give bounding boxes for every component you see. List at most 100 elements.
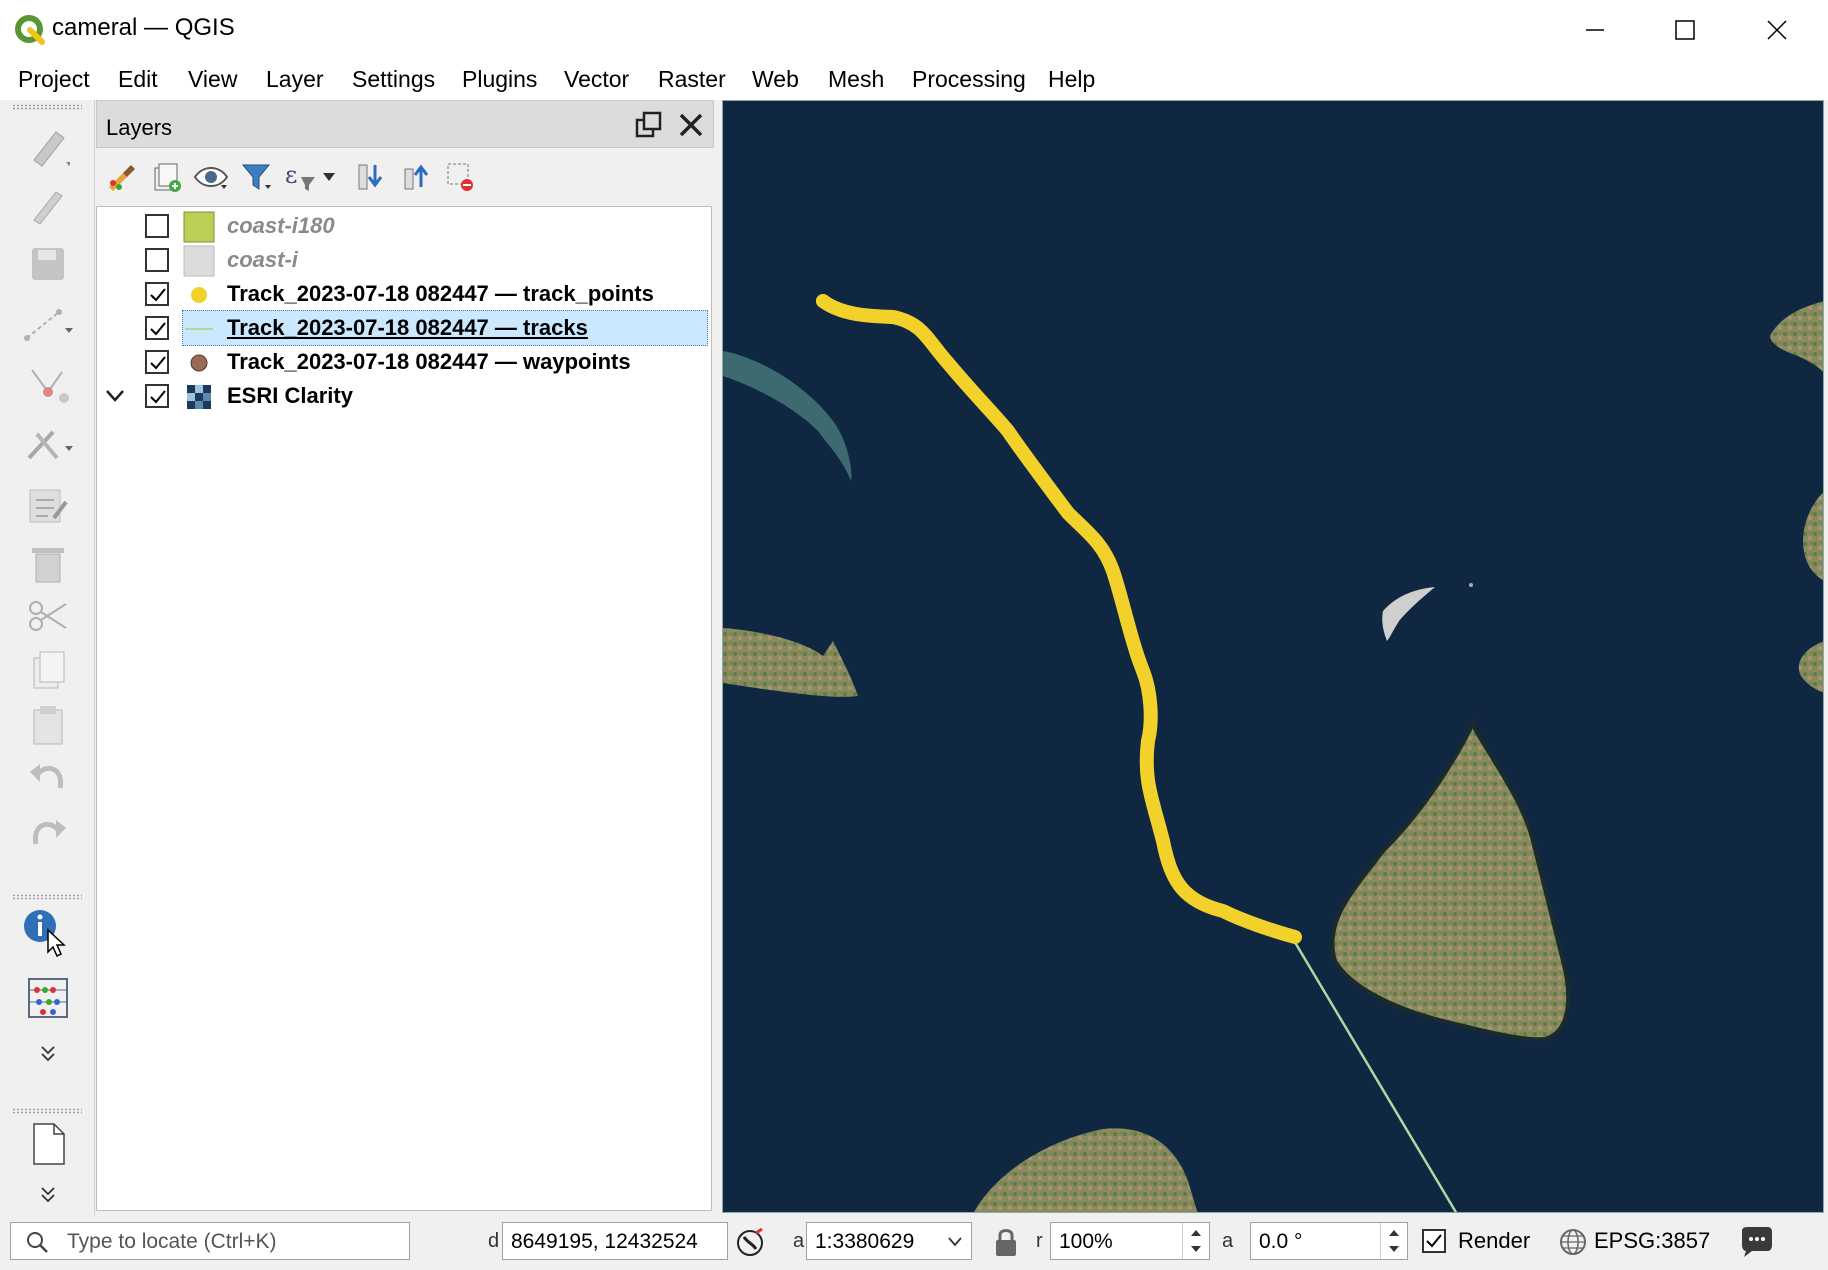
layer-visibility-checkbox[interactable] [145,384,169,408]
toolbar-grip[interactable] [12,104,82,110]
close-icon [1767,20,1787,40]
undo-button[interactable] [18,752,78,804]
menu-view[interactable]: View [186,66,239,93]
layer-name: Track_2023-07-18 082447 — track_points [227,281,654,306]
magnifier-spin-arrows[interactable] [1182,1223,1209,1259]
menu-mesh[interactable]: Mesh [826,66,886,93]
identify-info-icon [24,910,66,958]
copy-icon [33,651,65,689]
layer-visibility-checkbox[interactable] [145,248,169,272]
save-icon [32,248,64,280]
rotation-spin-arrows[interactable] [1380,1223,1407,1259]
layer-row-coast-i180[interactable]: coast-i180 [97,207,711,245]
fill-symbol-icon [183,211,215,243]
menu-processing[interactable]: Processing [910,66,1028,93]
filter-by-expression-button[interactable]: ε [282,158,320,196]
delete-selected-button[interactable] [18,538,78,590]
layer-row-track-points[interactable]: Track_2023-07-18 082447 — track_points [97,275,711,313]
toolbar-extension-button-2[interactable] [18,1180,78,1208]
expand-chevron-icon[interactable] [105,389,125,403]
statistics-button[interactable] [18,972,78,1024]
manage-visibility-button[interactable] [192,158,230,196]
layer-visibility-checkbox[interactable] [145,282,169,306]
checkmark-icon [150,322,166,336]
close-button[interactable] [1732,6,1822,54]
modify-attributes-button[interactable] [18,480,78,532]
layers-panel-toolbar: ε [96,152,714,202]
layer-row-waypoints[interactable]: Track_2023-07-18 082447 — waypoints [97,343,711,381]
line-symbol-icon [185,328,213,330]
layers-panel-header[interactable]: Layers [96,100,714,148]
layer-row-tracks[interactable]: Track_2023-07-18 082447 — tracks [97,309,711,347]
layer-row-coast-i[interactable]: coast-i [97,241,711,279]
crs-button[interactable]: EPSG:3857 [1594,1228,1710,1254]
render-checkbox[interactable] [1422,1229,1446,1253]
toggle-editing-button[interactable] [18,120,78,172]
expand-all-button[interactable] [352,158,390,196]
svg-text:ε: ε [285,161,297,189]
locator-search-input[interactable]: Type to locate (Ctrl+K) [10,1222,410,1260]
new-project-button[interactable] [18,1118,78,1170]
collapse-all-button[interactable] [398,158,436,196]
qgis-logo-icon [15,15,45,45]
menu-project[interactable]: Project [16,66,92,93]
cut-features-button[interactable] [18,590,78,642]
double-chevron-down-icon [41,1187,55,1203]
spin-arrows-icon [1389,1230,1399,1252]
window-title: cameral — QGIS [52,14,235,41]
magnifier-spinbox[interactable]: 100% [1050,1222,1210,1260]
map-canvas[interactable] [722,100,1824,1213]
chevron-down-icon [948,1237,962,1247]
menu-edit[interactable]: Edit [116,66,160,93]
map-render [723,294,1823,1212]
minimize-button[interactable] [1550,6,1640,54]
redo-button[interactable] [18,808,78,860]
add-line-feature-button[interactable] [18,298,78,350]
messages-icon[interactable] [1738,1225,1774,1259]
menu-vector[interactable]: Vector [562,66,631,93]
expression-filter-dropdown[interactable] [318,158,340,196]
magnifier-label: r [1036,1230,1043,1252]
menu-layer[interactable]: Layer [264,66,326,93]
title-bar: cameral — QGIS [0,0,1828,60]
redo-icon [32,820,66,845]
lock-scale-icon[interactable] [992,1226,1020,1258]
toolbar-grip[interactable] [12,894,82,900]
layer-visibility-checkbox[interactable] [145,316,169,340]
menu-settings[interactable]: Settings [350,66,437,93]
layer-row-esri-clarity[interactable]: ESRI Clarity [97,377,711,415]
menu-web[interactable]: Web [750,66,801,93]
filter-legend-button[interactable] [238,158,276,196]
vertex-tool-button[interactable] [18,358,78,410]
checkmark-icon [150,356,166,370]
remove-layer-button[interactable] [442,158,480,196]
menu-raster[interactable]: Raster [656,66,728,93]
toolbar-extension-button[interactable] [18,1038,78,1068]
undo-icon [30,764,64,789]
paste-features-button[interactable] [18,698,78,750]
float-panel-icon[interactable] [635,111,663,139]
save-layer-edits-button[interactable] [18,238,78,290]
scale-combobox[interactable]: 1:3380629 [806,1222,972,1260]
coordinate-field[interactable]: 8649195, 12432524 [502,1222,728,1260]
open-styling-button[interactable] [102,158,140,196]
rotation-spinbox[interactable]: 0.0 ° [1250,1222,1408,1260]
layers-panel: Layers ε coast-i180 coast-i Track_2023-0… [96,100,714,1215]
copy-features-button[interactable] [18,644,78,696]
menu-help[interactable]: Help [1046,66,1097,93]
close-panel-icon[interactable] [677,111,705,139]
toolbar-grip[interactable] [12,1108,82,1114]
identify-features-button[interactable] [18,906,78,958]
menu-plugins[interactable]: Plugins [460,66,539,93]
checkmark-icon [1426,1234,1442,1248]
advanced-digitizing-button[interactable] [18,418,78,470]
island-spit-nw [723,351,852,481]
layer-visibility-checkbox[interactable] [145,350,169,374]
island-west [723,628,858,697]
toggle-extents-icon[interactable] [734,1227,766,1259]
rotation-value: 0.0 ° [1259,1230,1303,1253]
layer-visibility-checkbox[interactable] [145,214,169,238]
save-edits-pencil-button[interactable] [18,180,78,232]
add-group-button[interactable] [148,158,186,196]
maximize-button[interactable] [1640,6,1730,54]
